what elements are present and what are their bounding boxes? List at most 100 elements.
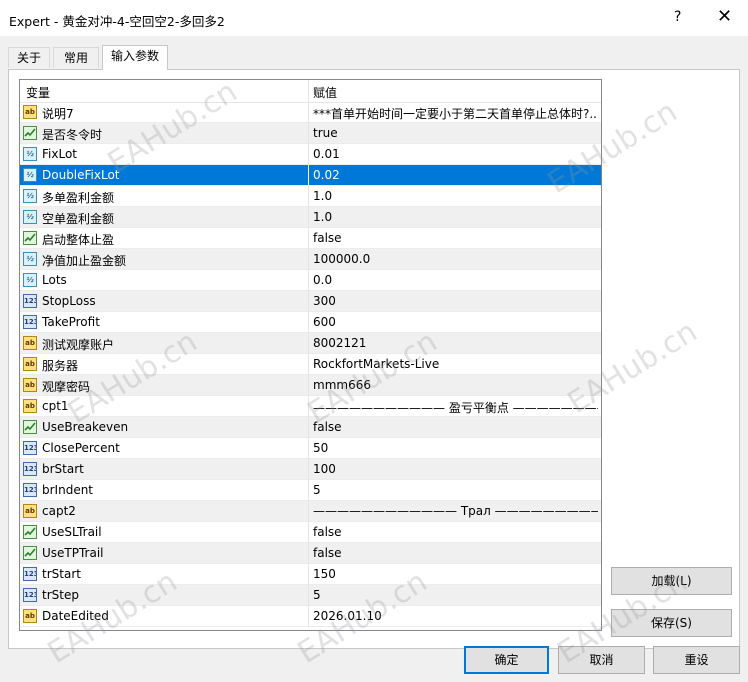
integer-icon: 123 xyxy=(23,483,37,497)
parameter-row[interactable]: ab 说明7 ***首单开始时间一定要小于第二天首单停止总体时?.. xyxy=(20,102,601,123)
string-icon: ab xyxy=(23,105,37,119)
boolean-icon xyxy=(23,420,37,434)
parameter-name: 观摩密码 xyxy=(42,380,91,394)
help-button[interactable]: ? xyxy=(674,9,681,25)
parameter-name: 多单盈利金额 xyxy=(42,191,115,205)
column-separator xyxy=(308,606,309,627)
boolean-icon xyxy=(23,546,37,560)
close-button[interactable]: ✕ xyxy=(717,6,732,27)
parameter-row[interactable]: ab DateEdited 2026.01.10 xyxy=(20,606,601,627)
parameter-row[interactable]: ½ FixLot 0.01 xyxy=(20,144,601,165)
parameter-value[interactable]: 100 xyxy=(313,462,598,476)
cancel-button[interactable]: 取消 xyxy=(558,646,645,674)
column-separator xyxy=(308,585,309,606)
parameter-row[interactable]: ½ 净值加止盈金额 100000.0 xyxy=(20,249,601,270)
column-separator xyxy=(308,228,309,249)
parameter-name: brStart xyxy=(42,462,84,476)
parameter-row[interactable]: UseTPTrail false xyxy=(20,543,601,564)
parameter-value[interactable]: ———————————— Трал ————————————?.. xyxy=(313,504,598,518)
parameter-row[interactable]: ½ 多单盈利金额 1.0 xyxy=(20,186,601,207)
parameter-row[interactable]: UseSLTrail false xyxy=(20,522,601,543)
parameter-row[interactable]: 123 trStart 150 xyxy=(20,564,601,585)
ok-button[interactable]: 确定 xyxy=(464,646,549,674)
window-title: Expert - 黄金对冲-4-空回空2-多回多2 xyxy=(9,14,225,29)
parameter-value[interactable]: 0.01 xyxy=(313,147,598,161)
parameter-value[interactable]: 50 xyxy=(313,441,598,455)
save-button[interactable]: 保存(S) xyxy=(611,609,732,637)
column-separator xyxy=(308,522,309,543)
parameter-value[interactable]: 5 xyxy=(313,588,598,602)
column-separator xyxy=(308,207,309,228)
load-button[interactable]: 加载(L) xyxy=(611,567,732,595)
parameter-value[interactable]: 300 xyxy=(313,294,598,308)
parameter-row[interactable]: UseBreakeven false xyxy=(20,417,601,438)
double-icon: ½ xyxy=(23,273,37,287)
parameter-value[interactable]: false xyxy=(313,420,598,434)
parameter-row[interactable]: ab 测试观摩账户 8002121 xyxy=(20,333,601,354)
parameter-name: trStep xyxy=(42,588,79,602)
parameter-value[interactable]: ***首单开始时间一定要小于第二天首单停止总体时?.. xyxy=(313,105,598,122)
parameter-row[interactable]: ½ DoubleFixLot 0.02 xyxy=(20,165,601,186)
integer-icon: 123 xyxy=(23,588,37,602)
column-separator xyxy=(308,186,309,207)
parameter-value[interactable]: false xyxy=(313,546,598,560)
parameter-row[interactable]: 123 brIndent 5 xyxy=(20,480,601,501)
column-separator xyxy=(308,396,309,417)
parameter-row[interactable]: ab 服务器 RockfortMarkets-Live xyxy=(20,354,601,375)
parameter-name: UseBreakeven xyxy=(42,420,129,434)
parameter-value[interactable]: 8002121 xyxy=(313,336,598,350)
tab-about[interactable]: 关于 xyxy=(8,47,50,68)
parameter-row[interactable]: 123 StopLoss 300 xyxy=(20,291,601,312)
parameter-value[interactable]: RockfortMarkets-Live xyxy=(313,357,598,371)
parameter-value[interactable]: 1.0 xyxy=(313,189,598,203)
parameter-name: DoubleFixLot xyxy=(42,168,120,182)
parameter-value[interactable]: false xyxy=(313,525,598,539)
double-icon: ½ xyxy=(23,147,37,161)
parameter-name: 服务器 xyxy=(42,359,79,373)
parameter-value[interactable]: ——————————— 盈亏平衡点 —————————— xyxy=(313,399,598,416)
parameter-name: capt2 xyxy=(42,504,76,518)
parameter-row[interactable]: 123 ClosePercent 50 xyxy=(20,438,601,459)
boolean-icon xyxy=(23,525,37,539)
boolean-icon xyxy=(23,126,37,140)
parameter-value[interactable]: true xyxy=(313,126,598,140)
parameter-row[interactable]: ½ 空单盈利金额 1.0 xyxy=(20,207,601,228)
header-value[interactable]: 赋值 xyxy=(313,84,337,101)
parameter-value[interactable]: mmm666 xyxy=(313,378,598,392)
parameter-value[interactable]: 100000.0 xyxy=(313,252,598,266)
string-icon: ab xyxy=(23,609,37,623)
parameter-value[interactable]: 1.0 xyxy=(313,210,598,224)
parameter-value[interactable]: 150 xyxy=(313,567,598,581)
reset-button[interactable]: 重设 xyxy=(653,646,740,674)
parameter-value[interactable]: 5 xyxy=(313,483,598,497)
parameter-row[interactable]: ½ Lots 0.0 xyxy=(20,270,601,291)
parameters-grid[interactable]: 变量 赋值 ab 说明7 ***首单开始时间一定要小于第二天首单停止总体时?.. 是否… xyxy=(19,79,602,631)
parameter-value[interactable]: 2026.01.10 xyxy=(313,609,598,623)
parameter-row[interactable]: 是否冬令时 true xyxy=(20,123,601,144)
parameter-row[interactable]: ab 观摩密码 mmm666 xyxy=(20,375,601,396)
parameter-value[interactable]: 600 xyxy=(313,315,598,329)
grid-header: 变量 赋值 xyxy=(20,80,601,103)
parameter-value[interactable]: 0.0 xyxy=(313,273,598,287)
parameter-row[interactable]: ab capt2 ———————————— Трал ————————————?.. xyxy=(20,501,601,522)
parameter-row[interactable]: 启动整体止盈 false xyxy=(20,228,601,249)
tab-common[interactable]: 常用 xyxy=(53,47,99,68)
parameter-value[interactable]: 0.02 xyxy=(313,168,598,182)
parameter-name: 说明7 xyxy=(42,107,74,121)
integer-icon: 123 xyxy=(23,462,37,476)
parameter-row[interactable]: 123 trStep 5 xyxy=(20,585,601,606)
column-separator xyxy=(308,249,309,270)
parameter-name: TakeProfit xyxy=(42,315,100,329)
parameter-name: FixLot xyxy=(42,147,77,161)
tab-inputs[interactable]: 输入参数 xyxy=(102,45,168,70)
header-variable[interactable]: 变量 xyxy=(26,84,50,101)
column-separator xyxy=(308,501,309,522)
parameter-row[interactable]: 123 brStart 100 xyxy=(20,459,601,480)
parameter-row[interactable]: 123 TakeProfit 600 xyxy=(20,312,601,333)
parameter-name: Lots xyxy=(42,273,67,287)
parameter-row[interactable]: ab cpt1 ——————————— 盈亏平衡点 —————————— xyxy=(20,396,601,417)
column-separator xyxy=(308,312,309,333)
parameter-name: cpt1 xyxy=(42,399,69,413)
parameter-value[interactable]: false xyxy=(313,231,598,245)
boolean-icon xyxy=(23,231,37,245)
